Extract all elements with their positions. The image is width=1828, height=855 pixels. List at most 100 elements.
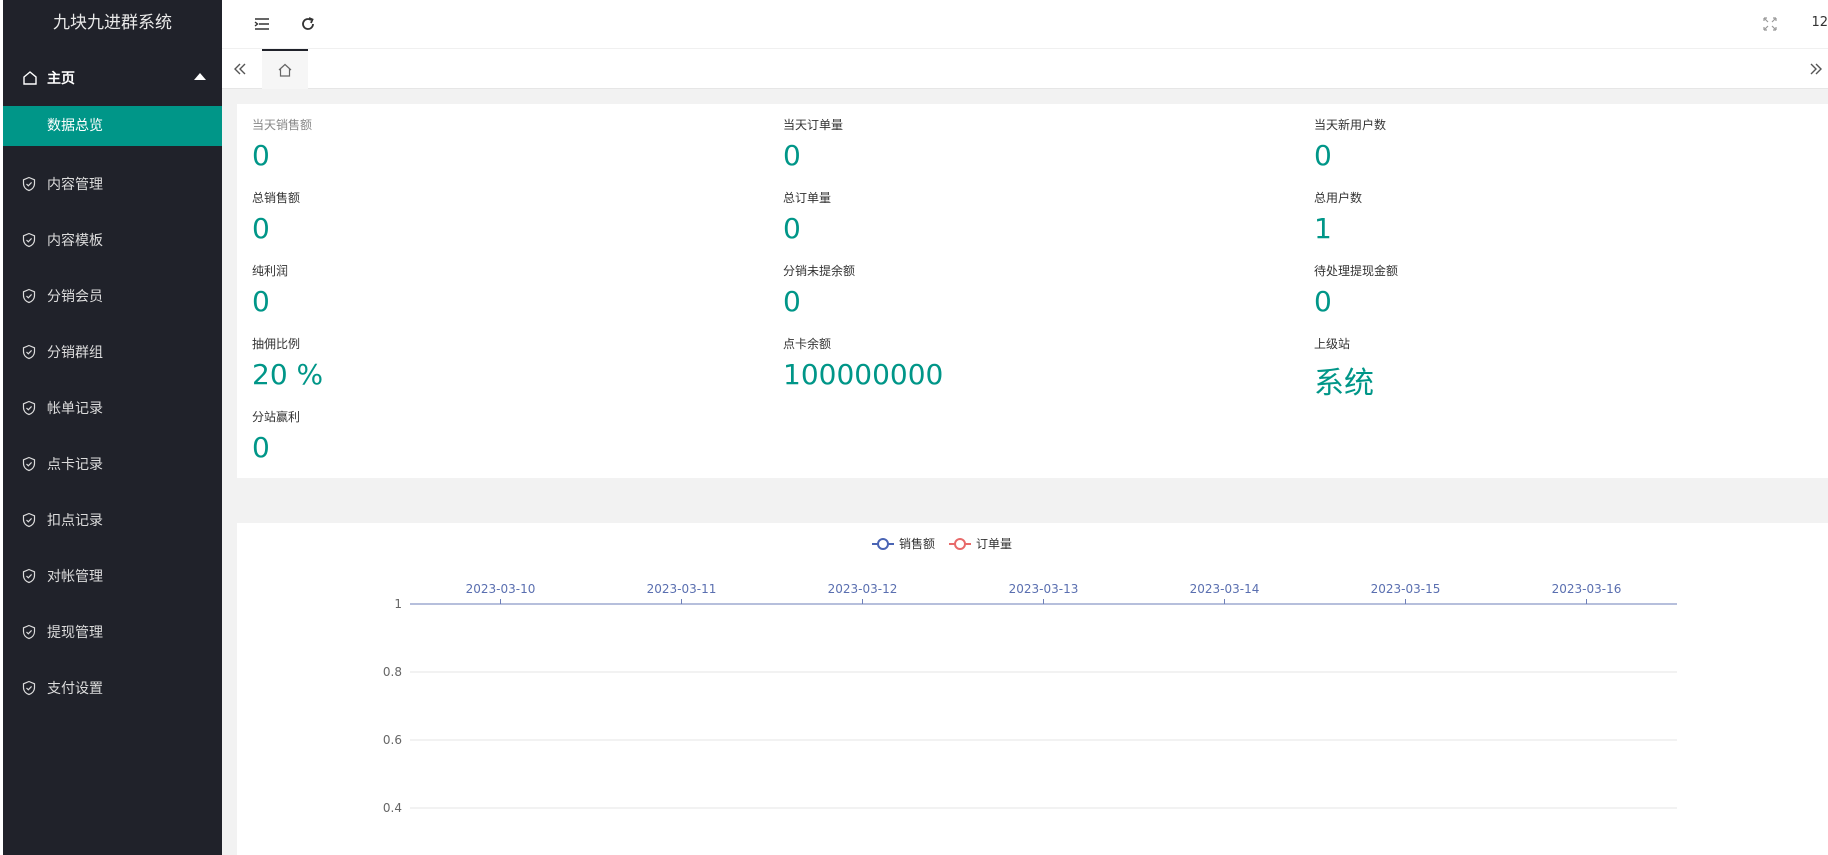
- x-tick-label: 2023-03-12: [828, 582, 898, 596]
- double-chevron-left-icon: [234, 63, 246, 75]
- stat-label: 总用户数: [1314, 191, 1363, 205]
- stat-label: 当天新用户数: [1314, 118, 1387, 132]
- legend-marker: [877, 538, 889, 550]
- stat-value: 20 %: [252, 358, 324, 391]
- shield-check-icon: [22, 512, 36, 528]
- line-chart: 1 0.8 0.6 0.4 2023-03-10 2023-03-11 2023-03-12…: [383, 536, 1677, 815]
- sidebar: 九块九进群系统 主页 数据总览 内容管理 内容模板 分销会员 分销群组 帐单记录: [0, 0, 222, 855]
- legend-label: 订单量: [976, 537, 1012, 551]
- shield-check-icon: [22, 232, 36, 248]
- sidebar-item-withdrawal[interactable]: 提现管理: [3, 604, 222, 660]
- shield-check-icon: [22, 624, 36, 640]
- sidebar-subitem-data-overview[interactable]: 数据总览: [3, 106, 222, 146]
- chart-card: 1 0.8 0.6 0.4 2023-03-10 2023-03-11 2023-03-12…: [237, 523, 1828, 855]
- stat-value: 0: [252, 431, 270, 464]
- shield-check-icon: [22, 288, 36, 304]
- shield-check-icon: [22, 176, 36, 192]
- sidebar-item-label: 内容管理: [47, 177, 103, 193]
- sidebar-item-home[interactable]: 主页: [3, 49, 222, 106]
- sidebar-item-label: 扣点记录: [47, 513, 103, 529]
- tab-scroll-left-button[interactable]: [228, 57, 252, 81]
- sidebar-item-home-label: 主页: [47, 70, 75, 87]
- stat-label: 点卡余额: [783, 337, 832, 351]
- stat-total-sales: 总销售额 0: [252, 189, 752, 245]
- menu-fold-icon: [254, 18, 269, 30]
- shield-check-icon: [22, 680, 36, 696]
- stat-value: 0: [1314, 285, 1332, 318]
- sidebar-item-content-template[interactable]: 内容模板: [3, 212, 222, 268]
- sidebar-item-deduction-records[interactable]: 扣点记录: [3, 492, 222, 548]
- stat-label: 当天订单量: [783, 118, 844, 132]
- top-right-indicator[interactable]: 12: [1811, 15, 1828, 30]
- sidebar-item-card-records[interactable]: 点卡记录: [3, 436, 222, 492]
- sidebar-item-label: 内容模板: [47, 233, 103, 249]
- legend-label: 销售额: [899, 536, 935, 551]
- stat-total-orders: 总订单量 0: [783, 189, 1283, 245]
- stat-value: 0: [783, 212, 801, 245]
- stat-parent-site: 上级站 系统: [1314, 335, 1814, 402]
- sidebar-item-label: 分销会员: [47, 289, 103, 305]
- stat-value: 0: [1314, 139, 1332, 172]
- home-icon: [278, 63, 292, 77]
- home-icon: [23, 70, 37, 85]
- stat-label: 当天销售额: [252, 118, 313, 132]
- sidebar-item-distribution-members[interactable]: 分销会员: [3, 268, 222, 324]
- x-tick-label: 2023-03-10: [466, 582, 536, 596]
- top-header: 12: [222, 0, 1828, 49]
- legend-marker: [954, 538, 966, 550]
- sidebar-item-label: 支付设置: [47, 681, 103, 697]
- stat-distribution-balance: 分销未提余额 0: [783, 262, 1283, 318]
- sidebar-item-label: 点卡记录: [47, 457, 103, 473]
- stat-value: 系统: [1314, 366, 1374, 401]
- x-tick-label: 2023-03-11: [647, 582, 717, 596]
- sidebar-menu: 内容管理 内容模板 分销会员 分销群组 帐单记录 点卡记录 扣点记录 对帐管理: [3, 156, 222, 716]
- stat-label: 纯利润: [252, 264, 289, 278]
- tab-scroll-right-button[interactable]: [1804, 57, 1828, 81]
- fullscreen-button[interactable]: [1758, 12, 1782, 36]
- x-tick-label: 2023-03-13: [1009, 582, 1079, 596]
- tab-home[interactable]: [262, 49, 308, 89]
- stat-value: 1: [1314, 212, 1332, 245]
- x-tick-label: 2023-03-14: [1190, 582, 1260, 596]
- stat-commission-rate: 抽佣比例 20 %: [252, 335, 752, 391]
- refresh-icon: [302, 17, 314, 30]
- caret-up-icon[interactable]: [194, 73, 206, 80]
- stat-label: 总订单量: [783, 191, 832, 205]
- refresh-button[interactable]: [296, 12, 320, 36]
- stat-label: 抽佣比例: [252, 337, 301, 351]
- sidebar-item-label: 分销群组: [47, 345, 103, 361]
- sidebar-item-reconciliation[interactable]: 对帐管理: [3, 548, 222, 604]
- x-tick-label: 2023-03-15: [1371, 582, 1441, 596]
- x-tick-label: 2023-03-16: [1552, 582, 1622, 596]
- menu-toggle-button[interactable]: [250, 12, 274, 36]
- stat-value: 0: [252, 212, 270, 245]
- stat-value: 0: [252, 139, 270, 172]
- sidebar-item-content-management[interactable]: 内容管理: [3, 156, 222, 212]
- y-tick-label: 1: [394, 597, 402, 611]
- sidebar-item-payment-settings[interactable]: 支付设置: [3, 660, 222, 716]
- shield-check-icon: [22, 568, 36, 584]
- double-chevron-right-icon: [1810, 63, 1822, 75]
- y-tick-label: 0.6: [383, 733, 402, 747]
- stat-label: 待处理提现金额: [1314, 264, 1399, 278]
- stat-today-sales: 当天销售额 0: [252, 116, 752, 172]
- sidebar-item-label: 对帐管理: [47, 569, 103, 585]
- stat-card-balance: 点卡余额 100000000: [783, 335, 1283, 391]
- stat-value: 100000000: [783, 358, 944, 391]
- tab-bar: [222, 49, 1828, 89]
- sidebar-item-distribution-groups[interactable]: 分销群组: [3, 324, 222, 380]
- sidebar-item-label: 提现管理: [47, 625, 103, 641]
- stat-net-profit: 纯利润 0: [252, 262, 752, 318]
- app-title: 九块九进群系统: [3, 0, 222, 49]
- stat-value: 0: [783, 285, 801, 318]
- shield-check-icon: [22, 400, 36, 416]
- stats-card: 当天销售额 0 当天订单量 0 当天新用户数 0 总销售额 0 总订单量 0 总…: [237, 104, 1828, 478]
- sidebar-item-bill-records[interactable]: 帐单记录: [3, 380, 222, 436]
- shield-check-icon: [22, 344, 36, 360]
- stat-label: 分销未提余额: [783, 264, 856, 278]
- stat-label: 上级站: [1314, 337, 1351, 351]
- sidebar-item-label: 帐单记录: [47, 401, 103, 417]
- y-tick-label: 0.4: [383, 801, 402, 815]
- shield-check-icon: [22, 456, 36, 472]
- fullscreen-icon: [1763, 17, 1777, 31]
